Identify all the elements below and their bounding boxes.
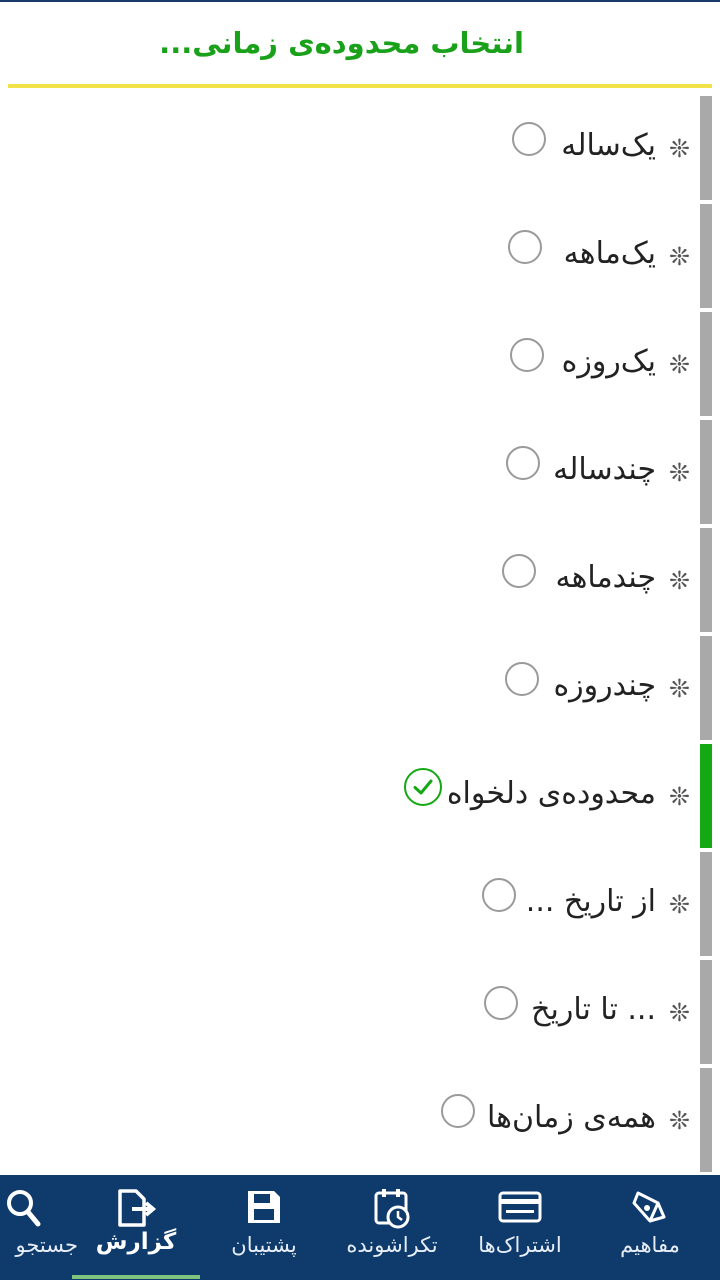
option-side-bar [700, 1068, 712, 1172]
option-label: ... تا تاریخ [531, 992, 656, 1027]
bullet-icon: ❊ [669, 458, 690, 487]
nav-report[interactable]: گزارش [72, 1175, 200, 1280]
option-from-date[interactable]: ❊ از تاریخ ... [0, 852, 720, 956]
nav-label: گزارش [95, 1229, 177, 1255]
nav-label: مفاهیم [620, 1233, 680, 1257]
option-label: یک‌روزه [561, 344, 656, 379]
pen-nib-icon [630, 1187, 670, 1231]
floppy-icon [245, 1187, 283, 1231]
option-side-bar [700, 636, 712, 740]
header-divider [8, 84, 712, 88]
option-one-year[interactable]: ❊ یک‌ساله [0, 96, 720, 200]
bullet-icon: ❊ [669, 134, 690, 163]
bullet-icon: ❊ [669, 782, 690, 811]
option-label: محدوده‌ی دلخواه [446, 776, 656, 811]
option-label: یک‌ماهه [563, 236, 656, 271]
option-custom-range[interactable]: ❊ محدوده‌ی دلخواه [0, 744, 720, 848]
option-side-bar [700, 528, 712, 632]
bullet-icon: ❊ [669, 1106, 690, 1135]
nav-backup[interactable]: پشتیبان [200, 1175, 328, 1280]
radio-button[interactable] [508, 230, 542, 264]
dialog-header: انتخاب محدوده‌ی زمانی... [0, 0, 720, 88]
card-icon [498, 1187, 542, 1231]
nav-label: تکراشونده [346, 1233, 438, 1257]
option-side-bar [700, 744, 712, 848]
nav-search[interactable]: جستجو [0, 1175, 78, 1280]
nav-recurring[interactable]: تکراشونده [328, 1175, 456, 1280]
radio-button[interactable] [502, 554, 536, 588]
radio-button[interactable] [484, 986, 518, 1020]
option-side-bar [700, 312, 712, 416]
option-multi-year[interactable]: ❊ چندساله [0, 420, 720, 524]
export-file-icon [114, 1187, 158, 1233]
radio-button[interactable] [512, 122, 546, 156]
bottom-navigation: مفاهیم اشتراک‌ها تکراشونده [0, 1175, 720, 1280]
option-side-bar [700, 204, 712, 308]
option-all-time[interactable]: ❊ همه‌ی زمان‌ها [0, 1068, 720, 1172]
bullet-icon: ❊ [669, 566, 690, 595]
check-icon [413, 779, 433, 795]
bullet-icon: ❊ [669, 890, 690, 919]
radio-button[interactable] [482, 878, 516, 912]
option-label: یک‌ساله [561, 128, 656, 163]
option-label: چندروزه [553, 668, 656, 703]
radio-button[interactable] [441, 1094, 475, 1128]
time-range-list: ❊ یک‌ساله ❊ یک‌ماهه ❊ یک‌روزه ❊ چندساله … [0, 96, 720, 1174]
radio-button[interactable] [510, 338, 544, 372]
option-multi-day[interactable]: ❊ چندروزه [0, 636, 720, 740]
option-label: همه‌ی زمان‌ها [487, 1100, 656, 1135]
page-title: انتخاب محدوده‌ی زمانی... [159, 26, 524, 60]
option-label: چندساله [553, 452, 656, 487]
nav-concepts[interactable]: مفاهیم [586, 1175, 714, 1280]
radio-button[interactable] [505, 662, 539, 696]
nav-label: پشتیبان [231, 1233, 297, 1257]
bullet-icon: ❊ [669, 242, 690, 271]
option-label: چندماهه [555, 560, 656, 595]
radio-button-checked[interactable] [404, 768, 442, 806]
search-icon [4, 1187, 44, 1233]
option-side-bar [700, 960, 712, 1064]
nav-label: جستجو [15, 1233, 78, 1257]
nav-subscriptions[interactable]: اشتراک‌ها [456, 1175, 584, 1280]
option-side-bar [700, 852, 712, 956]
nav-label: اشتراک‌ها [478, 1233, 562, 1257]
option-multi-month[interactable]: ❊ چندماهه [0, 528, 720, 632]
active-tab-indicator [72, 1275, 200, 1279]
bullet-icon: ❊ [669, 350, 690, 379]
calendar-clock-icon [372, 1187, 412, 1235]
option-one-day[interactable]: ❊ یک‌روزه [0, 312, 720, 416]
bullet-icon: ❊ [669, 998, 690, 1027]
option-one-month[interactable]: ❊ یک‌ماهه [0, 204, 720, 308]
option-label: از تاریخ ... [525, 884, 656, 919]
bullet-icon: ❊ [669, 674, 690, 703]
option-side-bar [700, 96, 712, 200]
option-to-date[interactable]: ❊ ... تا تاریخ [0, 960, 720, 1064]
option-side-bar [700, 420, 712, 524]
radio-button[interactable] [506, 446, 540, 480]
